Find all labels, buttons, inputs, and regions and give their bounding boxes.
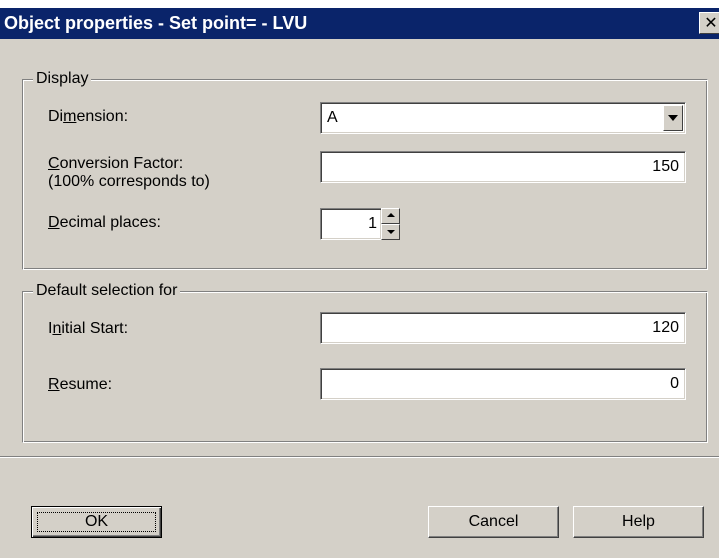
display-group-legend: Display [33, 69, 92, 89]
close-icon[interactable]: ✕ [699, 12, 719, 34]
dimension-label: Dimension: [48, 108, 129, 125]
decimal-places-label: Decimal places: [48, 214, 161, 231]
ok-button[interactable]: OK [31, 506, 162, 538]
chevron-down-icon[interactable] [663, 105, 683, 131]
initial-start-input[interactable]: 120 [320, 312, 686, 344]
decimal-places-input[interactable]: 1 [320, 208, 382, 240]
default-selection-group-legend: Default selection for [33, 281, 181, 301]
title-bar[interactable]: Object properties - Set point= - LVU ✕ [0, 8, 719, 39]
resume-label: Resume: [48, 376, 113, 393]
conversion-factor-label-line2: (100% corresponds to) [48, 173, 210, 190]
initial-start-value: 120 [652, 319, 679, 336]
spin-up-icon[interactable] [381, 208, 400, 224]
conversion-factor-value: 150 [652, 158, 679, 175]
conversion-factor-label: Conversion Factor: (100% corresponds to) [48, 155, 210, 190]
dimension-combobox[interactable]: A [320, 102, 686, 134]
decimal-places-value: 1 [368, 215, 377, 232]
dimension-value: A [327, 109, 338, 126]
initial-start-label: Initial Start: [48, 320, 129, 337]
decimal-places-spinner[interactable] [381, 208, 400, 240]
dialog-title: Object properties - Set point= - LVU [4, 13, 308, 33]
object-properties-dialog: Object properties - Set point= - LVU ✕ D… [0, 8, 719, 558]
help-button[interactable]: Help [573, 506, 704, 538]
resume-input[interactable]: 0 [320, 368, 686, 400]
conversion-factor-input[interactable]: 150 [320, 151, 686, 183]
separator [0, 456, 719, 458]
cancel-button[interactable]: Cancel [428, 506, 559, 538]
resume-value: 0 [670, 375, 679, 392]
spin-down-icon[interactable] [381, 224, 400, 240]
